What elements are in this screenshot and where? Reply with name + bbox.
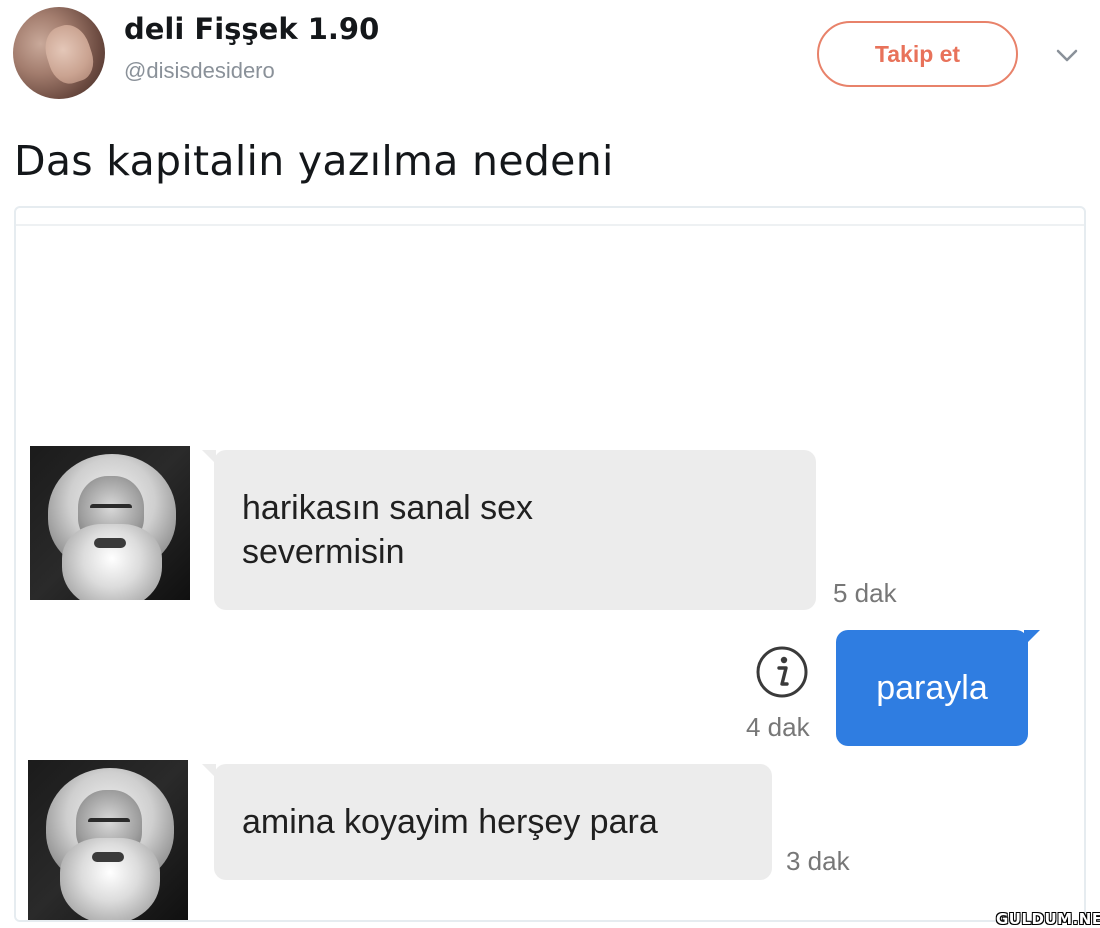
chevron-down-icon[interactable] xyxy=(1052,40,1082,70)
message-text: parayla xyxy=(876,668,988,707)
message-text-line: severmisin xyxy=(242,533,405,571)
message-time: 5 dak xyxy=(833,578,897,608)
tweet-media-image[interactable]: harikasın sanal sex severmisin 5 dak 4 d… xyxy=(14,206,1086,922)
tweet-text: Das kapitalin yazılma nedeni xyxy=(14,137,614,185)
incoming-message-bubble: harikasın sanal sex severmisin xyxy=(202,450,816,610)
incoming-message-bubble: amina koyayim herşey para xyxy=(202,764,772,880)
message-time: 4 dak xyxy=(746,712,810,742)
outgoing-message-bubble: parayla xyxy=(836,630,1040,746)
site-watermark: GULDUM.NET xyxy=(996,910,1100,928)
tweet-header: deli Fişşek 1.90 @disisdesidero Takip et xyxy=(0,0,1100,110)
contact-avatar xyxy=(30,446,190,600)
author-handle[interactable]: @disisdesidero xyxy=(124,58,275,84)
follow-button[interactable]: Takip et xyxy=(817,21,1018,87)
author-display-name[interactable]: deli Fişşek 1.90 xyxy=(124,12,379,46)
message-time: 3 dak xyxy=(786,846,850,876)
message-text-line: amina koyayim herşey para xyxy=(242,803,658,841)
chat-screenshot: harikasın sanal sex severmisin 5 dak 4 d… xyxy=(16,224,1084,920)
user-avatar[interactable] xyxy=(13,7,105,99)
avatar-photo xyxy=(39,19,99,89)
info-icon[interactable] xyxy=(754,644,810,700)
contact-avatar xyxy=(28,760,188,920)
message-text-line: harikasın sanal sex xyxy=(242,489,534,527)
